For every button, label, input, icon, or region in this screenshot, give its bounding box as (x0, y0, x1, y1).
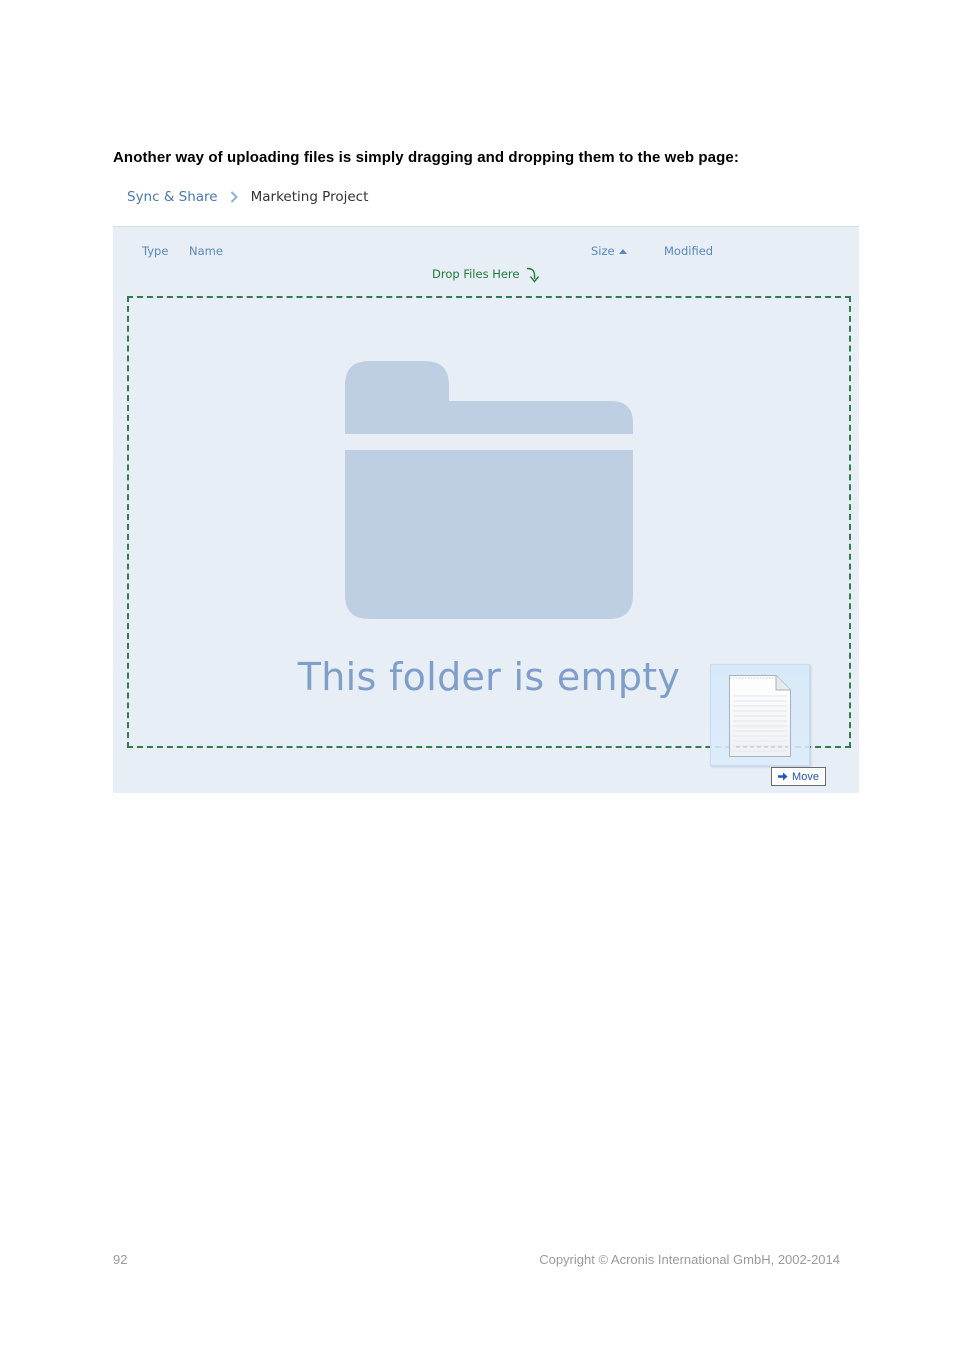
empty-folder-icon (345, 361, 633, 619)
curved-arrow-down-icon (526, 267, 539, 283)
drop-hint-label: Drop Files Here (432, 267, 520, 281)
arrow-right-icon (778, 772, 788, 781)
dragged-file-preview (710, 664, 810, 766)
chevron-right-icon (230, 191, 238, 203)
breadcrumb-current: Marketing Project (250, 189, 369, 205)
column-header-size-label: Size (591, 244, 615, 258)
drop-hint: Drop Files Here (432, 267, 541, 285)
breadcrumb-root-link[interactable]: Sync & Share (127, 189, 218, 205)
document-icon (729, 675, 791, 757)
breadcrumb: Sync & Share Marketing Project (127, 186, 368, 208)
sort-ascending-icon (618, 248, 627, 254)
copyright-notice: Copyright © Acronis International GmbH, … (539, 1252, 840, 1267)
file-list-panel: Type Name Size Modified Drop Files Here … (113, 226, 859, 793)
page-number: 92 (113, 1252, 128, 1267)
column-header-modified[interactable]: Modified (664, 244, 713, 258)
column-header-name[interactable]: Name (189, 244, 223, 258)
column-header-size[interactable]: Size (591, 244, 627, 258)
drag-move-tooltip: Move (771, 767, 826, 786)
column-header-type[interactable]: Type (142, 244, 168, 258)
drag-move-label: Move (792, 770, 819, 783)
document-heading: Another way of uploading files is simply… (113, 149, 739, 166)
